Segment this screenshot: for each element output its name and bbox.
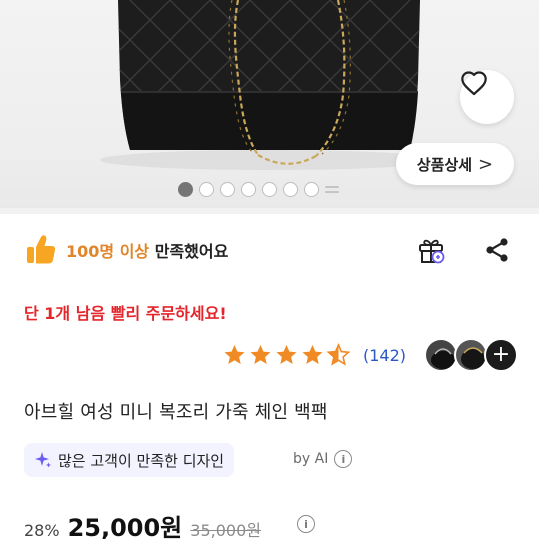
carousel-dot[interactable] <box>304 182 319 197</box>
share-button[interactable] <box>480 233 514 267</box>
product-detail-label: 상품상세 <box>416 155 473 174</box>
more-dots-icon <box>325 183 339 197</box>
gift-icon <box>419 239 445 264</box>
review-count-link[interactable]: (142) <box>363 346 406 365</box>
rating-summary[interactable]: (142) <box>222 340 406 370</box>
reviewer-photos[interactable]: + <box>424 338 520 372</box>
star-full-icon <box>276 345 297 364</box>
sparkle-icon <box>35 452 51 468</box>
gift-button[interactable] <box>414 233 448 267</box>
carousel-dot[interactable] <box>178 182 193 197</box>
reviewer-photo[interactable] <box>454 338 488 372</box>
chevron-right-icon: > <box>478 153 494 175</box>
share-icon <box>486 238 508 262</box>
star-full-icon <box>250 345 271 364</box>
price-row: 28% 25,000원 35,000원 <box>24 508 261 539</box>
thumbs-up-icon <box>27 235 56 264</box>
more-photos-button[interactable]: + <box>484 338 518 372</box>
product-image-carousel[interactable]: 상품상세 > <box>0 0 539 208</box>
satisfaction-row: 100명 이상 만족했어요 <box>24 232 228 268</box>
section-divider <box>0 208 539 214</box>
heart-icon <box>461 71 487 96</box>
original-price: 35,000원 <box>190 521 261 539</box>
ai-summary-text: 많은 고객이 만족한 디자인 <box>58 451 225 470</box>
satisfaction-text: 만족했어요 <box>154 242 229 261</box>
carousel-dot[interactable] <box>220 182 235 197</box>
carousel-dot[interactable] <box>241 182 256 197</box>
star-half-icon <box>326 343 351 366</box>
sale-price: 25,000원 <box>67 514 183 539</box>
star-full-icon <box>224 345 245 364</box>
stock-warning: 단 1개 남음 빨리 주문하세요! <box>24 304 227 323</box>
star-full-icon <box>302 345 323 364</box>
carousel-indicator[interactable] <box>178 182 339 197</box>
info-icon[interactable]: i <box>334 450 353 468</box>
price-info-icon[interactable]: i <box>297 515 315 533</box>
ai-by-label: by AI <box>293 451 329 467</box>
wishlist-button[interactable] <box>460 70 514 124</box>
rating-stars <box>222 343 351 367</box>
product-title: 아브힐 여성 미니 복조리 가죽 체인 백팩 <box>24 402 328 423</box>
carousel-dot[interactable] <box>262 182 277 197</box>
carousel-dot[interactable] <box>199 182 214 197</box>
reviewer-photo[interactable] <box>424 338 458 372</box>
satisfaction-count: 100명 이상 <box>66 242 150 261</box>
carousel-dot[interactable] <box>283 182 298 197</box>
ai-summary-badge: 많은 고객이 만족한 디자인 <box>24 443 235 477</box>
product-detail-button[interactable]: 상품상세 > <box>396 143 514 185</box>
ai-attribution[interactable]: by AI i <box>293 450 353 468</box>
discount-rate: 28% <box>24 521 60 539</box>
